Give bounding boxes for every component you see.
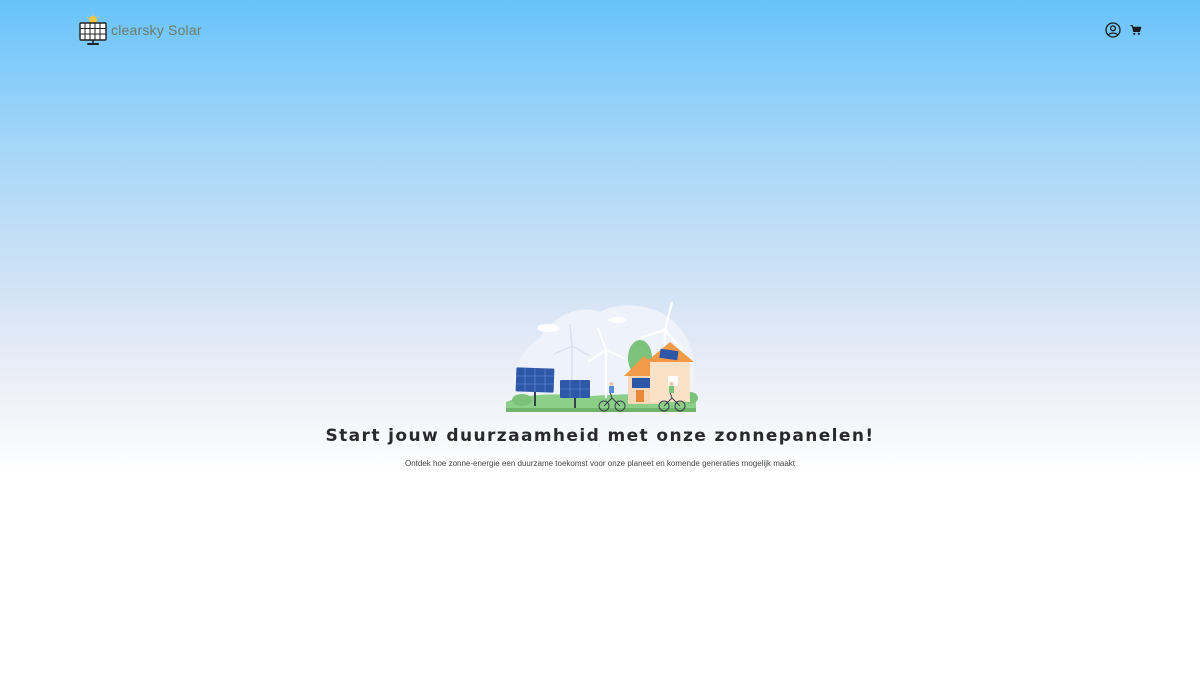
user-account-icon[interactable] <box>1105 22 1121 38</box>
hero-section: Start jouw duurzaamheid met onze zonnepa… <box>0 298 1200 470</box>
hero-subtitle: Ontdek hoe zonne-energie een duurzame to… <box>404 459 795 468</box>
brand-logo-link[interactable]: clearsky Solar <box>78 14 202 46</box>
solar-energy-illustration <box>506 301 698 412</box>
brand-name: clearsky Solar <box>111 22 202 38</box>
shopping-cart-icon[interactable] <box>1130 24 1142 36</box>
site-header: clearsky Solar <box>0 0 1200 62</box>
hero-title: Start jouw duurzaamheid met onze zonnepa… <box>325 426 875 446</box>
solar-panel-logo-icon <box>78 14 108 46</box>
header-actions <box>1105 22 1142 38</box>
